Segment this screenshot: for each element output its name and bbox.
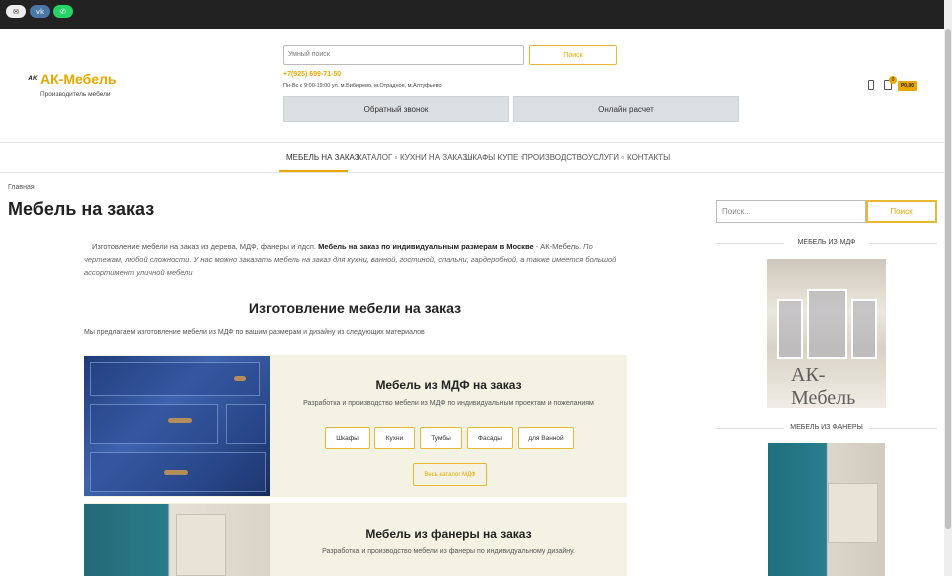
chevron-down-icon: ▫ bbox=[619, 153, 625, 162]
phone-icon[interactable] bbox=[868, 80, 874, 90]
whatsapp-icon[interactable]: ✆ bbox=[53, 5, 73, 18]
nav-item-catalog[interactable]: КАТАЛОГ ▫ bbox=[357, 153, 397, 162]
intro-part2: - АК-Мебель. bbox=[533, 242, 582, 251]
panel-shape bbox=[828, 483, 878, 543]
drawer-shape bbox=[90, 404, 218, 444]
panel-shape bbox=[176, 514, 226, 576]
nav-label: УСЛУГИ bbox=[588, 153, 620, 162]
vk-icon[interactable]: vk bbox=[30, 5, 50, 18]
nav-item-services[interactable]: УСЛУГИ ▫ bbox=[588, 153, 624, 162]
plywood-furniture-image[interactable] bbox=[84, 504, 270, 576]
cart-total[interactable]: Р0,00 bbox=[898, 81, 917, 91]
sidebar-search-button[interactable]: Поиск bbox=[866, 200, 937, 223]
smart-search-input[interactable]: Умный поиск bbox=[283, 45, 524, 65]
handle-shape bbox=[164, 470, 188, 475]
nav-item-custom-furniture[interactable]: МЕБЕЛЬ НА ЗАКАЗ bbox=[286, 153, 360, 162]
watermark: АК-Мебель bbox=[791, 364, 856, 408]
section-title: Изготовление мебели на заказ bbox=[248, 300, 462, 316]
card-title[interactable]: Мебель из МДФ на заказ bbox=[270, 378, 627, 392]
card-title[interactable]: Мебель из фанеры на заказ bbox=[270, 527, 627, 541]
intro-bold: Мебель на заказ по индивидуальным размер… bbox=[318, 242, 534, 251]
mirror-shape bbox=[807, 289, 847, 359]
cat-button-wardrobes[interactable]: Шкафы bbox=[325, 427, 370, 449]
nav-divider-top bbox=[0, 142, 944, 143]
card-desc: Разработка и производство мебели из МДФ … bbox=[303, 400, 594, 407]
nav-divider-bottom bbox=[0, 172, 944, 173]
intro-text: Изготовление мебели на заказ из дерева, … bbox=[84, 240, 620, 279]
card-plywood: Мебель из фанеры на заказ Разработка и п… bbox=[84, 503, 627, 576]
drawer-shape bbox=[226, 404, 266, 444]
cat-button-nightstands[interactable]: Тумбы bbox=[420, 427, 462, 449]
card-desc: Разработка и производство мебели из фане… bbox=[322, 548, 575, 555]
search-button[interactable]: Поиск bbox=[529, 45, 617, 65]
nav-label: КАТАЛОГ bbox=[357, 153, 393, 162]
phone-number[interactable]: +7(925) 699-71-50 bbox=[283, 71, 341, 78]
mirror-shape bbox=[777, 299, 803, 359]
nav-label: ШКАФЫ КУПЕ bbox=[465, 153, 519, 162]
cat-button-kitchens[interactable]: Кухни bbox=[374, 427, 415, 449]
cat-button-facades[interactable]: Фасады bbox=[467, 427, 513, 449]
cat-button-bathroom[interactable]: для Ванной bbox=[518, 427, 574, 449]
nav-label: КУХНИ НА ЗАКАЗ bbox=[400, 153, 468, 162]
scrollbar[interactable] bbox=[944, 0, 952, 576]
sidebar-mdf-image[interactable]: АК-Мебель bbox=[767, 259, 886, 408]
nav-active-indicator bbox=[279, 170, 348, 172]
nav-item-kitchens[interactable]: КУХНИ НА ЗАКАЗ ▫ bbox=[400, 153, 472, 162]
intro-part1: Изготовление мебели на заказ из дерева, … bbox=[92, 242, 319, 251]
nav-item-contacts[interactable]: КОНТАКТЫ bbox=[627, 153, 670, 162]
top-bar: ✉ vk ✆ bbox=[0, 0, 952, 29]
offer-text: Мы предлагаем изготовление мебели из МДФ… bbox=[84, 329, 425, 336]
working-hours: Пн-Вс с 9:00-19:00 ул. м.Бибирево, м.Отр… bbox=[283, 83, 442, 89]
handle-shape bbox=[234, 376, 246, 381]
page-title: Мебель на заказ bbox=[8, 199, 155, 219]
logo-mark-icon: ᴬᴷ bbox=[28, 74, 38, 84]
breadcrumb[interactable]: Главная bbox=[8, 184, 35, 191]
logo-subtitle: Производитель мебели bbox=[40, 91, 111, 98]
handle-shape bbox=[168, 418, 192, 423]
callback-button[interactable]: Обратный звонок bbox=[283, 96, 509, 122]
mirror-shape bbox=[851, 299, 877, 359]
chevron-down-icon: ▫ bbox=[392, 153, 398, 162]
sidebar-search-input[interactable]: Поиск... bbox=[716, 200, 866, 223]
sidebar-plywood-image[interactable] bbox=[768, 443, 885, 576]
sidebar-heading-mdf[interactable]: МЕБЕЛЬ ИЗ МДФ bbox=[716, 239, 937, 246]
online-calc-button[interactable]: Онлайн расчет bbox=[513, 96, 739, 122]
all-mdf-catalog-button[interactable]: Весь каталог МДФ bbox=[413, 463, 487, 486]
mail-icon[interactable]: ✉ bbox=[6, 5, 26, 18]
scrollbar-thumb[interactable] bbox=[945, 29, 951, 529]
nav-item-wardrobes[interactable]: ШКАФЫ КУПЕ ▫ bbox=[465, 153, 523, 162]
sidebar-heading-plywood[interactable]: МЕБЕЛЬ ИЗ ФАНЕРЫ bbox=[716, 424, 937, 431]
nav-item-production[interactable]: ПРОИЗВОДСТВО bbox=[522, 153, 588, 162]
card-mdf: Мебель из МДФ на заказ Разработка и прои… bbox=[84, 355, 627, 497]
logo-name[interactable]: АК-Мебель bbox=[40, 71, 117, 87]
cart-count-badge: 0 bbox=[889, 76, 897, 84]
mdf-furniture-image[interactable] bbox=[84, 356, 270, 496]
